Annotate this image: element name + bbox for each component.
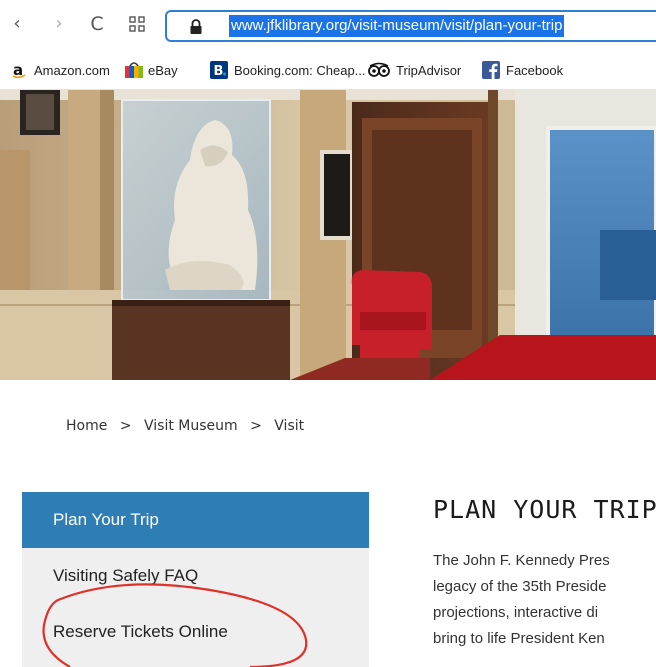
url-text[interactable]: www.jfklibrary.org/visit-museum/visit/pl… (229, 15, 565, 37)
intro-line: projections, interactive di (433, 604, 599, 621)
tripadvisor-icon (368, 61, 390, 79)
bookmark-tripadvisor[interactable]: TripAdvisor (368, 60, 461, 80)
amazon-icon: a (10, 61, 28, 79)
bookmark-label: Amazon.com (34, 62, 110, 78)
breadcrumb-visit[interactable]: Visit (274, 418, 304, 434)
breadcrumb-separator: > (250, 418, 262, 434)
sidebar-item-reserve-tickets-online[interactable]: Reserve Tickets Online (22, 604, 369, 660)
sidebar-item-plan-your-trip[interactable]: Plan Your Trip (22, 492, 369, 548)
bookmark-label: eBay (148, 62, 178, 78)
back-icon[interactable]: ‹ (6, 12, 28, 36)
svg-text:B: B (214, 64, 224, 79)
booking-icon: B (210, 61, 228, 79)
breadcrumb-separator: > (119, 418, 132, 434)
breadcrumb-visit-museum[interactable]: Visit Museum (144, 418, 238, 434)
bookmark-booking[interactable]: B Booking.com: Cheap... (210, 60, 366, 80)
bookmark-label: Booking.com: Cheap... (234, 62, 366, 78)
browser-toolbar: ‹ › C www.jfklibrary.org/visit-museum/vi… (0, 0, 656, 52)
bookmark-label: Facebook (506, 62, 564, 78)
museum-interior-photo (0, 90, 656, 380)
reload-icon[interactable]: C (86, 12, 108, 36)
intro-line: bring to life President Ken (433, 630, 605, 647)
forward-icon[interactable]: › (48, 12, 70, 36)
breadcrumb: Home > Visit Museum > Visit (66, 418, 312, 434)
facebook-icon (482, 61, 500, 79)
bookmark-ebay[interactable]: eBay (124, 60, 178, 80)
sidebar-nav: Plan Your Trip Visiting Safely FAQ Reser… (22, 492, 369, 667)
ebay-icon (124, 61, 143, 79)
intro-line: The John F. Kennedy Pres (433, 552, 610, 569)
intro-line: legacy of the 35th Preside (433, 578, 607, 595)
address-bar[interactable]: www.jfklibrary.org/visit-museum/visit/pl… (165, 10, 656, 42)
bookmark-label: TripAdvisor (396, 62, 462, 78)
grid-icon[interactable] (126, 12, 148, 36)
bookmarks-bar: a Amazon.com eBay B Booking.com: Cheap..… (0, 52, 656, 90)
page-title: PLAN YOUR TRIP (433, 495, 656, 524)
breadcrumb-home[interactable]: Home (66, 418, 107, 434)
lock-icon (190, 19, 202, 34)
bookmark-amazon[interactable]: a Amazon.com (10, 60, 110, 80)
intro-paragraph: The John F. Kennedy Pres legacy of the 3… (433, 548, 656, 652)
bookmark-facebook[interactable]: Facebook (482, 60, 563, 80)
sidebar-item-visiting-safely-faq[interactable]: Visiting Safely FAQ (22, 548, 369, 604)
